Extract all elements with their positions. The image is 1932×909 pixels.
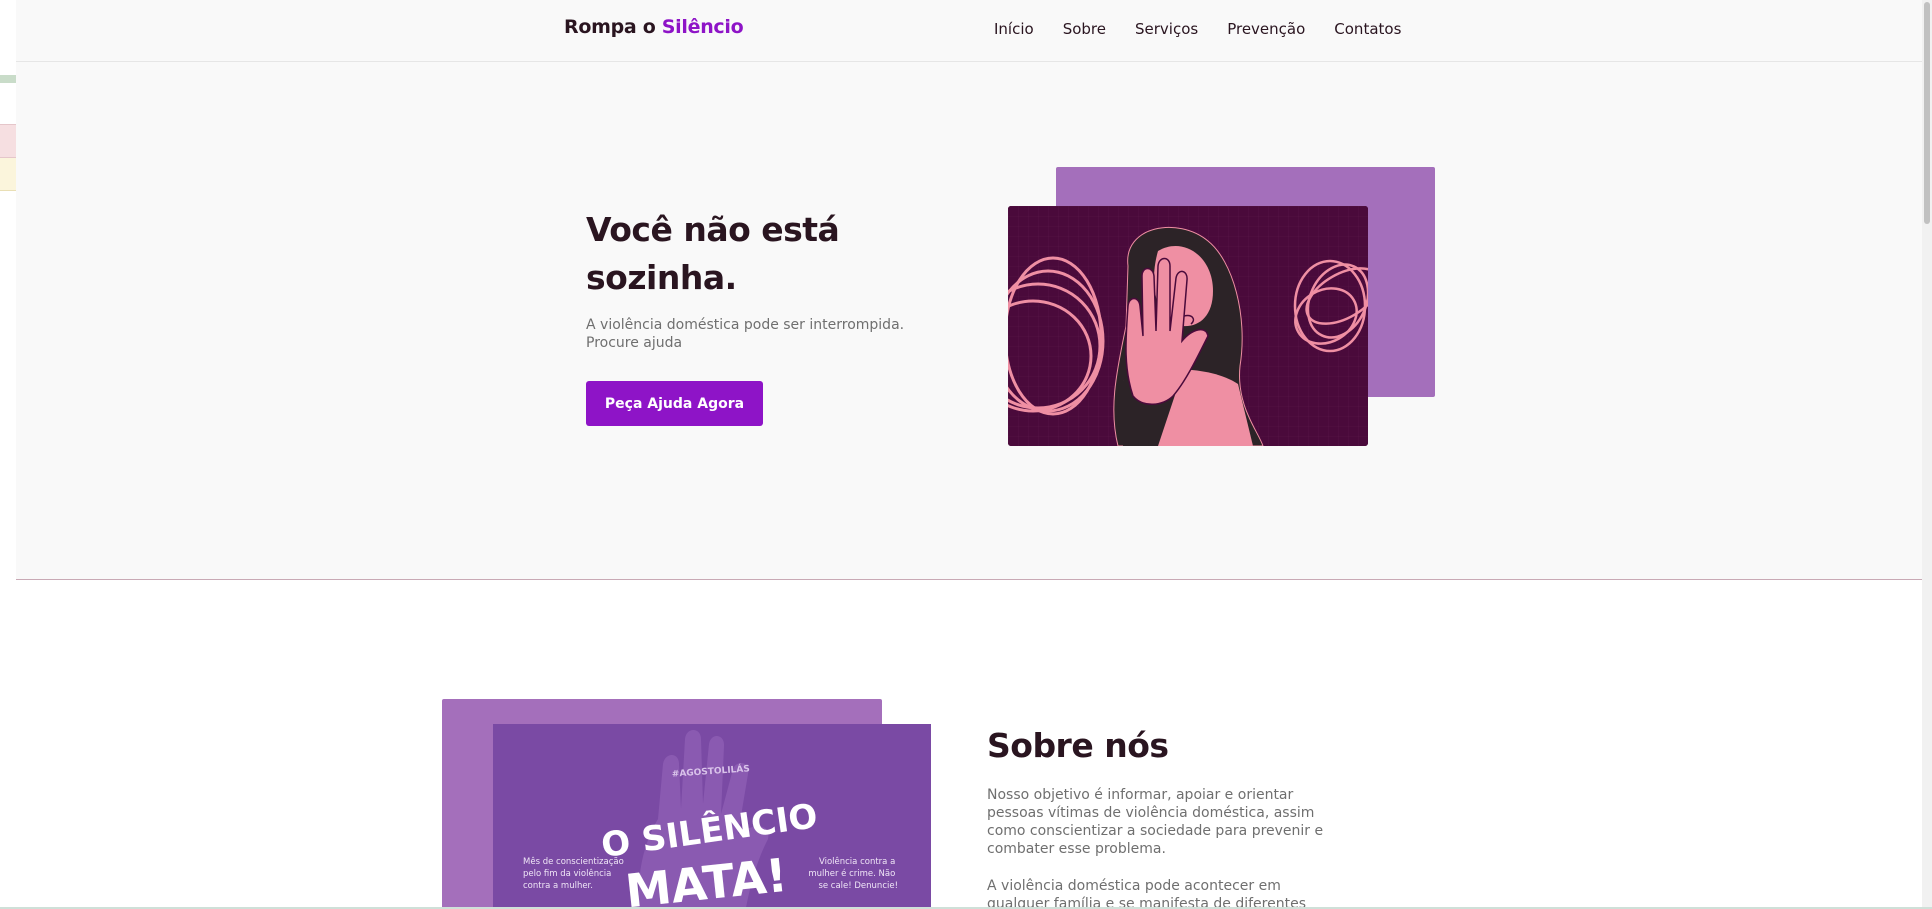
left-edge-strip xyxy=(0,0,16,909)
nav-link-prevencao[interactable]: Prevenção xyxy=(1227,20,1305,38)
about-paragraph-2: A violência doméstica pode acontecer em … xyxy=(987,878,1307,909)
navbar: Rompa o Silêncio Início Sobre Serviços P… xyxy=(16,0,1922,62)
nav-link-contatos[interactable]: Contatos xyxy=(1334,20,1401,38)
nav-menu: Início Sobre Serviços Prevenção Contatos xyxy=(994,20,1401,38)
logo-prefix: Rompa o xyxy=(564,16,662,38)
nav-link-inicio[interactable]: Início xyxy=(994,20,1034,38)
campaign-poster-image: #AGOSTOLILÁS O SILÊNCIO MATA! Mês de con… xyxy=(493,724,931,909)
about-title: Sobre nós xyxy=(987,726,1169,765)
edge-fragment xyxy=(0,124,16,158)
hero-section: Você não está sozinha. A violência domés… xyxy=(16,62,1922,580)
nav-link-sobre[interactable]: Sobre xyxy=(1063,20,1106,38)
hero-title: Você não está sozinha. xyxy=(586,210,840,297)
woman-stop-hand-illustration xyxy=(1008,206,1368,446)
vertical-scrollbar[interactable] xyxy=(1922,0,1932,909)
nav-link-servicos[interactable]: Serviços xyxy=(1135,20,1198,38)
help-now-button[interactable]: Peça Ajuda Agora xyxy=(586,381,763,426)
hero-subtitle: A violência doméstica pode ser interromp… xyxy=(586,317,905,351)
edge-fragment xyxy=(0,158,16,191)
page: Rompa o Silêncio Início Sobre Serviços P… xyxy=(16,0,1922,909)
about-paragraph-1: Nosso objetivo é informar, apoiar e orie… xyxy=(987,787,1324,857)
logo-accent: Silêncio xyxy=(661,16,744,38)
poster-right-caption: Violência contra a mulher é crime. Não s… xyxy=(808,856,898,891)
scrollbar-thumb[interactable] xyxy=(1924,2,1930,224)
site-logo[interactable]: Rompa o Silêncio xyxy=(564,16,744,38)
edge-fragment xyxy=(0,75,16,83)
